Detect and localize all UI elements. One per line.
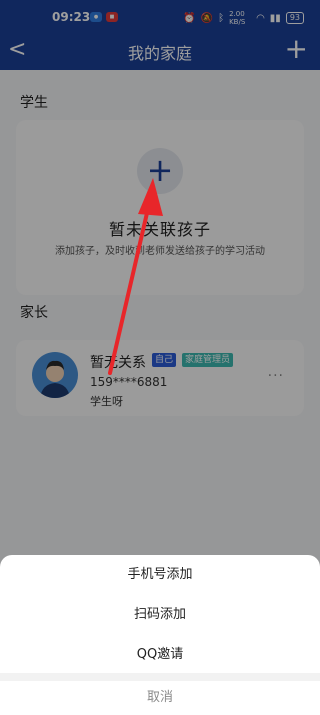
add-by-phone-option[interactable]: 手机号添加 bbox=[0, 555, 320, 595]
sheet-divider bbox=[0, 673, 320, 681]
add-by-scan-option[interactable]: 扫码添加 bbox=[0, 595, 320, 635]
qq-invite-option[interactable]: QQ邀请 bbox=[0, 635, 320, 675]
action-sheet: 手机号添加 扫码添加 QQ邀请 取消 bbox=[0, 555, 320, 715]
cancel-button[interactable]: 取消 bbox=[0, 681, 320, 715]
